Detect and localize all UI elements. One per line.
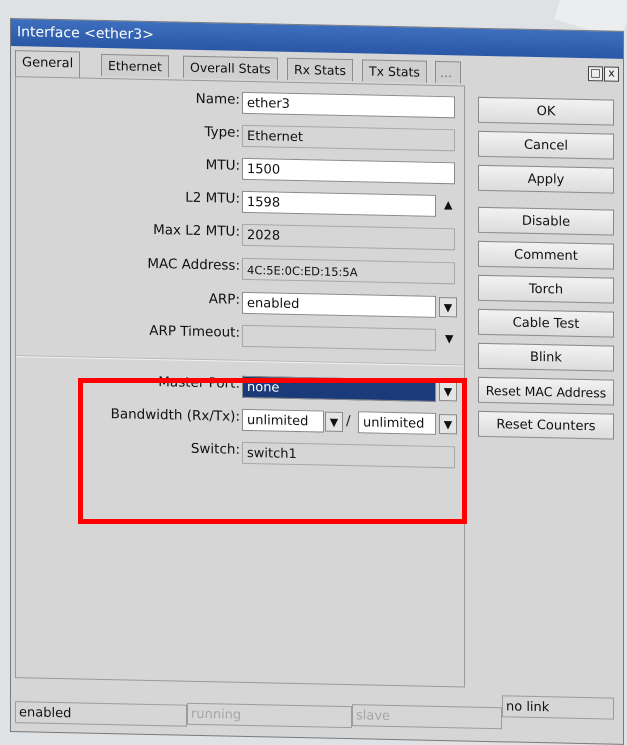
status-running: running: [187, 702, 352, 729]
disable-button[interactable]: Disable: [478, 206, 614, 236]
l2mtu-label: L2 MTU:: [185, 189, 240, 207]
arp-timeout-field[interactable]: [242, 324, 436, 351]
comment-button[interactable]: Comment: [478, 240, 614, 270]
name-input[interactable]: ether3: [242, 91, 455, 119]
reset-mac-address-button[interactable]: Reset MAC Address: [478, 376, 614, 406]
mac-label: MAC Address:: [147, 255, 240, 274]
separator: [16, 355, 464, 367]
window-controls: □ x: [587, 65, 619, 82]
close-icon[interactable]: x: [604, 66, 619, 82]
ok-button[interactable]: OK: [478, 96, 614, 126]
mac-field: 4C:5E:0C:ED:15:5A: [242, 257, 455, 285]
dropdown-icon[interactable]: ▼: [439, 296, 457, 318]
l2mtu-input[interactable]: 1598: [242, 190, 436, 217]
tab-tx-stats[interactable]: Tx Stats: [362, 59, 427, 83]
type-label: Type:: [204, 124, 240, 141]
apply-button[interactable]: Apply: [478, 164, 614, 194]
tab-ethernet[interactable]: Ethernet: [101, 53, 169, 78]
collapse-up-icon[interactable]: ▲: [444, 198, 452, 211]
arp-select[interactable]: enabled: [242, 291, 436, 318]
highlight-box: [78, 378, 467, 524]
cancel-button[interactable]: Cancel: [478, 130, 614, 160]
button-column: OK Cancel Apply Disable Comment Torch Ca…: [478, 96, 616, 440]
tab-general[interactable]: General: [15, 50, 81, 78]
mtu-input[interactable]: 1500: [242, 157, 455, 185]
status-link: no link: [502, 695, 614, 720]
max-l2mtu-field: 2028: [242, 223, 455, 251]
name-label: Name:: [195, 90, 240, 108]
tab-more[interactable]: ...: [435, 60, 461, 84]
blink-button[interactable]: Blink: [478, 342, 614, 372]
tab-overall-stats[interactable]: Overall Stats: [183, 55, 278, 80]
expand-down-icon[interactable]: ▼: [445, 332, 453, 345]
restore-icon[interactable]: □: [588, 66, 603, 82]
tab-rx-stats[interactable]: Rx Stats: [287, 57, 353, 82]
status-bar: enabled running slave no link: [15, 679, 615, 736]
mtu-label: MTU:: [205, 157, 240, 174]
reset-counters-button[interactable]: Reset Counters: [478, 410, 614, 440]
type-field: Ethernet: [242, 124, 455, 152]
arp-label: ARP:: [208, 291, 240, 308]
torch-button[interactable]: Torch: [478, 274, 614, 304]
status-slave: slave: [352, 704, 502, 730]
status-state: enabled: [15, 701, 187, 727]
max-l2mtu-label: Max L2 MTU:: [153, 221, 240, 240]
cable-test-button[interactable]: Cable Test: [478, 308, 614, 338]
arp-timeout-label: ARP Timeout:: [149, 322, 240, 341]
